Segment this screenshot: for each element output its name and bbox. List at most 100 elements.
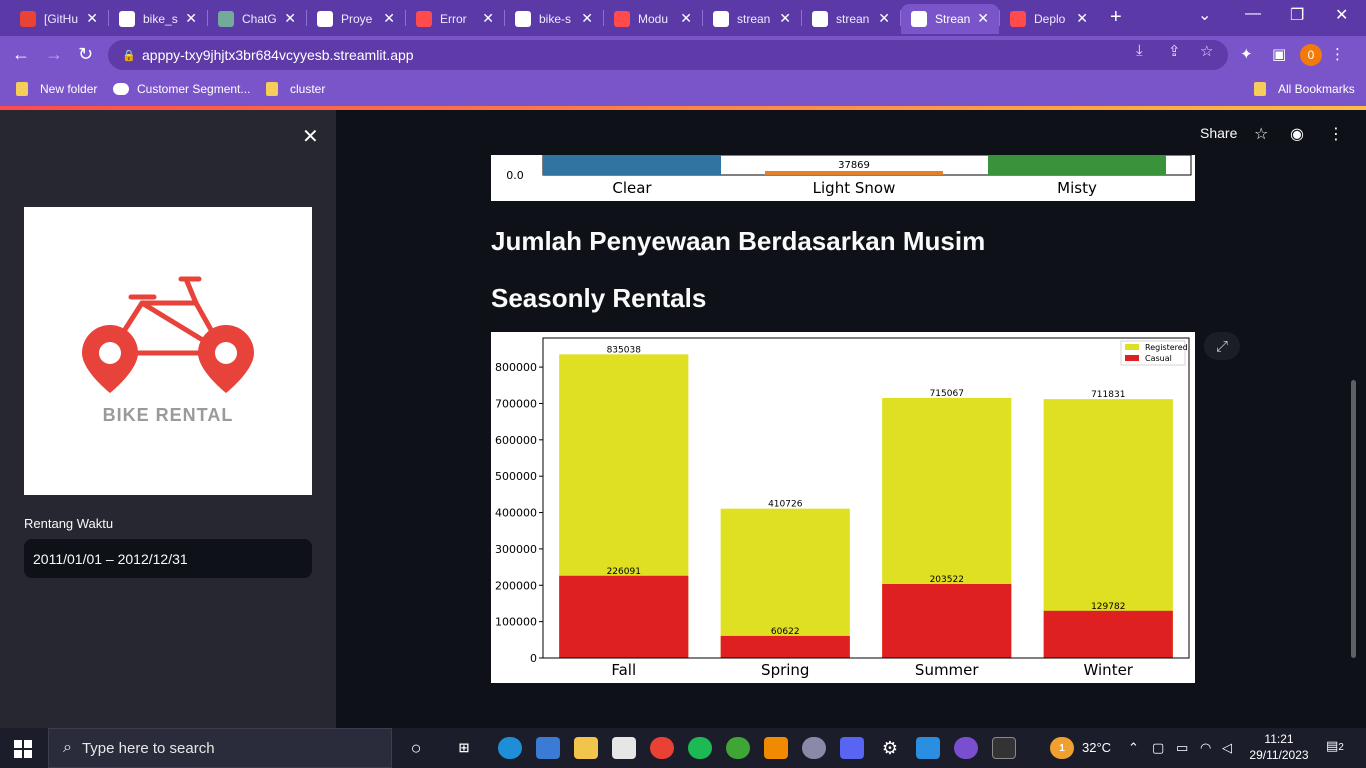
restore-button[interactable]: ❐ [1290, 5, 1304, 25]
fullscreen-expand-icon[interactable]: ⤢ [1204, 332, 1240, 360]
clock[interactable]: 11:21 29/11/2023 [1248, 731, 1310, 763]
y-tick-label: 700000 [495, 397, 537, 410]
close-tab-icon[interactable]: ✕ [86, 10, 98, 27]
extensions-icon[interactable]: ✦ [1240, 45, 1253, 63]
browser-tab[interactable]: strean ✕ [703, 4, 801, 34]
close-tab-icon[interactable]: ✕ [482, 10, 494, 27]
install-app-icon[interactable]: ⤓ [1136, 42, 1143, 59]
legend-swatch [1125, 344, 1139, 350]
search-placeholder: Type here to search [81, 739, 215, 757]
minimize-button[interactable]: — [1245, 5, 1261, 23]
browser-tab[interactable]: bike_s ✕ [109, 4, 207, 34]
bookmark-new-folder[interactable]: New folder [16, 82, 97, 96]
vscode-icon[interactable] [916, 737, 940, 759]
tab-label: strean [836, 12, 870, 26]
mail-icon[interactable] [612, 737, 636, 759]
vlc-icon[interactable] [764, 737, 788, 759]
wifi-icon[interactable]: ◠ [1200, 740, 1211, 756]
discord-icon[interactable] [840, 737, 864, 759]
back-button[interactable]: ← [12, 44, 30, 65]
close-tab-icon[interactable]: ✕ [1076, 10, 1088, 27]
data-label: 410726 [768, 500, 803, 510]
browser-tabstrip: [GitHu ✕ bike_s ✕ ChatG ✕ Proye ✕ Error ✕ bike-s ✕ M… [0, 0, 1366, 36]
x-tick-label: Spring [761, 661, 809, 679]
bookmarks-bar: New folder Customer Segment... cluster A… [0, 74, 1366, 106]
y-tick-label: 0.0 [506, 169, 524, 182]
temperature[interactable]: 32°C [1082, 740, 1111, 755]
share-page-icon[interactable]: ⇪ [1168, 42, 1181, 60]
file-explorer-icon[interactable] [574, 737, 598, 759]
main-scrollbar[interactable] [1351, 380, 1356, 658]
github-icon[interactable]: ◉ [1290, 124, 1304, 144]
tray-app-icon[interactable]: ▢ [1152, 740, 1164, 756]
edge-icon[interactable] [498, 737, 522, 759]
tray-chevron-icon[interactable]: ⌃ [1128, 740, 1139, 756]
search-icon: ⌕ [63, 739, 72, 756]
settings-gear-icon[interactable]: ⚙ [878, 737, 902, 759]
address-bar[interactable]: 🔒 apppy-txy9jhjtx3br684vcyyesb.streamlit… [108, 40, 1228, 70]
app-icon[interactable] [802, 737, 826, 759]
main-menu-icon[interactable]: ⋮ [1328, 124, 1344, 144]
share-button[interactable]: Share [1200, 125, 1237, 141]
browser-tab[interactable]: Modu ✕ [604, 4, 702, 34]
tab-label: Modu [638, 12, 669, 26]
notifications-icon[interactable]: ▤2 [1326, 738, 1344, 754]
taskbar-search-box[interactable]: ⌕ Type here to search [48, 728, 392, 768]
data-label: 129782 [1091, 602, 1125, 612]
windows-start-icon[interactable] [14, 740, 32, 758]
github-desktop-icon[interactable] [954, 737, 978, 759]
utorrent-icon[interactable] [726, 737, 750, 759]
y-tick-label: 0 [530, 652, 537, 665]
streamlit-icon [713, 11, 729, 27]
browser-tab[interactable]: Strean ✕ [901, 4, 999, 34]
close-tab-icon[interactable]: ✕ [680, 10, 692, 27]
close-tab-icon[interactable]: ✕ [779, 10, 791, 27]
forward-button[interactable]: → [45, 44, 63, 65]
browser-tab[interactable]: Deplo ✕ [1000, 4, 1098, 34]
weather-icon[interactable]: 1 [1050, 737, 1074, 759]
folder-icon [266, 82, 278, 96]
profile-avatar[interactable]: 0 [1300, 44, 1322, 66]
close-tab-icon[interactable]: ✕ [185, 10, 197, 27]
date-range-input[interactable]: 2011/01/01 – 2012/12/31 [24, 539, 312, 578]
browser-menu-icon[interactable]: ⋮ [1330, 45, 1345, 63]
tab-label: Proye [341, 12, 373, 26]
tab-label: strean [737, 12, 771, 26]
close-tab-icon[interactable]: ✕ [383, 10, 395, 27]
bookmark-customer-segment[interactable]: Customer Segment... [113, 82, 250, 96]
close-sidebar-icon[interactable]: ✕ [302, 124, 319, 149]
battery-icon[interactable]: ▭ [1176, 740, 1188, 756]
browser-tab[interactable]: bike-s ✕ [505, 4, 603, 34]
close-window-button[interactable]: ✕ [1335, 5, 1348, 25]
bookmark-star-icon[interactable]: ☆ [1200, 42, 1213, 60]
browser-tab[interactable]: [GitHu ✕ [10, 4, 108, 34]
close-tab-icon[interactable]: ✕ [284, 10, 296, 27]
star-icon[interactable]: ☆ [1254, 124, 1268, 144]
tab-label: [GitHu [44, 12, 79, 26]
browser-tab[interactable]: Proye ✕ [307, 4, 405, 34]
all-bookmarks[interactable]: All Bookmarks [1254, 82, 1355, 96]
close-tab-icon[interactable]: ✕ [878, 10, 890, 27]
store-icon[interactable] [536, 737, 560, 759]
terminal-icon[interactable] [992, 737, 1016, 759]
side-panel-icon[interactable]: ▣ [1272, 45, 1286, 63]
close-tab-icon[interactable]: ✕ [977, 10, 989, 27]
reload-button[interactable]: ↻ [78, 44, 93, 65]
browser-tab[interactable]: Error ✕ [406, 4, 504, 34]
seasonly-rentals-chart: 835038 226091 Fall 410726 60622 Spring 715067 2… [491, 332, 1195, 683]
chrome-icon[interactable] [650, 737, 674, 759]
volume-icon[interactable]: ◁ [1222, 740, 1232, 756]
bookmark-cluster[interactable]: cluster [266, 82, 325, 96]
browser-tab[interactable]: strean ✕ [802, 4, 900, 34]
bookmark-label: Customer Segment... [137, 82, 251, 96]
new-tab-button[interactable]: + [1110, 6, 1122, 29]
task-view-icon[interactable]: ⊞ [452, 737, 476, 759]
tab-search-chevron-icon[interactable]: ⌄ [1198, 5, 1211, 25]
legend-label: Casual [1145, 354, 1172, 363]
cortana-icon[interactable]: ○ [404, 737, 428, 759]
spotify-icon[interactable] [688, 737, 712, 759]
streamlit-icon [614, 11, 630, 27]
browser-tab[interactable]: ChatG ✕ [208, 4, 306, 34]
bar-label-light-snow: 37869 [838, 160, 870, 171]
close-tab-icon[interactable]: ✕ [581, 10, 593, 27]
